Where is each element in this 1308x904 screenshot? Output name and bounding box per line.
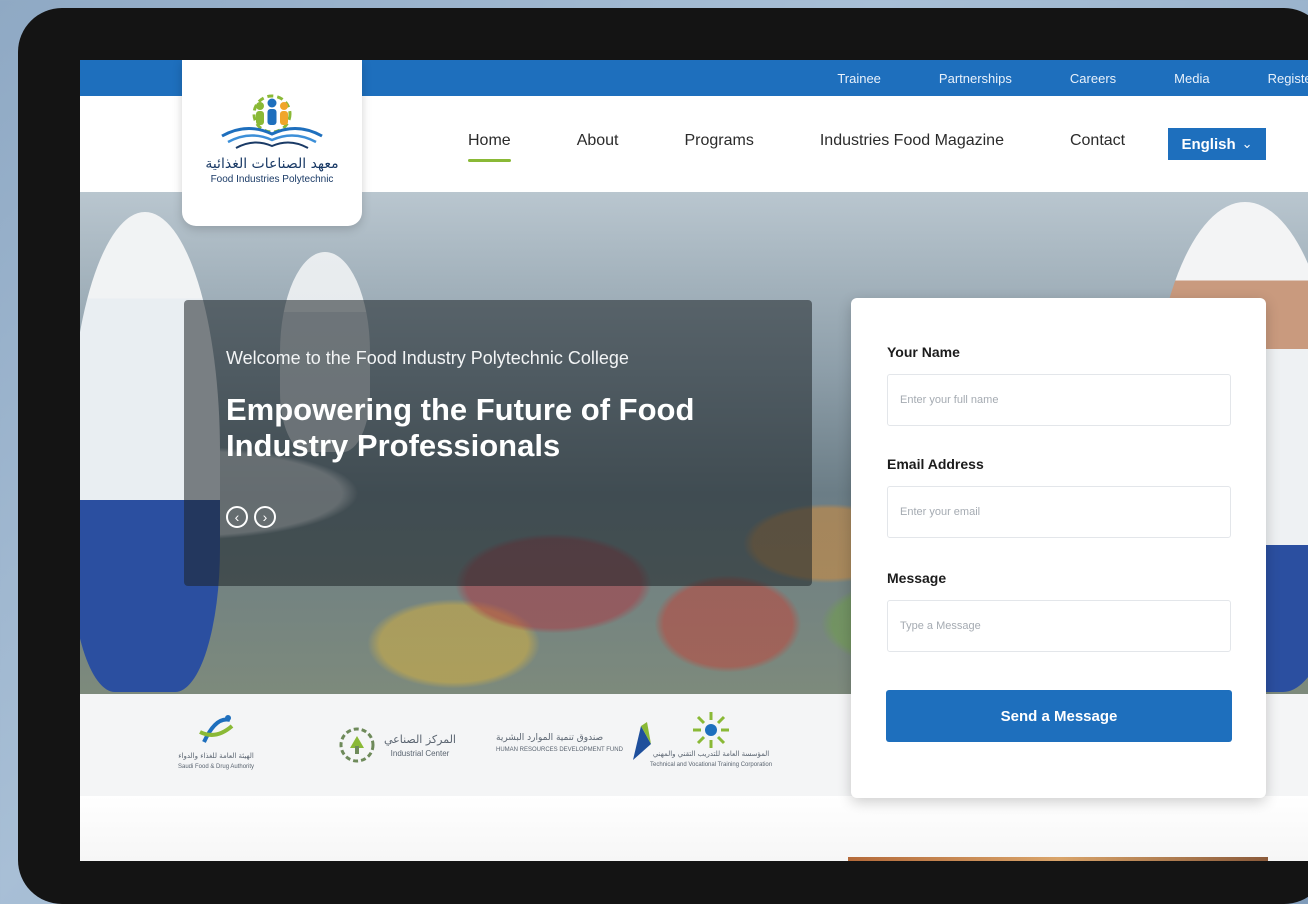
chevron-right-icon[interactable]: › [254,506,276,528]
nav-item-programs[interactable]: Programs [685,132,754,160]
sfda-logo-icon [199,715,234,743]
page-bottom-section [80,796,1308,861]
email-label: Email Address [887,456,984,472]
industrial-center-logo-icon [339,727,375,763]
nav-item-home[interactable]: Home [468,132,511,162]
nav-item-contact[interactable]: Contact [1070,132,1125,160]
partner-industrial-center-english: Industrial Center [390,749,450,758]
partner-sfda-arabic: الهيئة العامة للغذاء والدواء [178,752,254,760]
hero-subtitle: Welcome to the Food Industry Polytechnic… [226,348,629,368]
hero-carousel-controls: ‹ › [226,506,276,528]
message-input[interactable] [887,600,1231,652]
topbar-link-media[interactable]: Media [1174,71,1209,86]
site-logo[interactable]: معهد الصناعات الغذائية Food Industries P… [182,60,362,226]
nav-item-industries-food-magazine[interactable]: Industries Food Magazine [820,132,1004,160]
bottom-image-edge [848,857,1268,861]
partner-hrdf-english: HUMAN RESOURCES DEVELOPMENT FUND [496,746,623,753]
message-label: Message [887,570,947,586]
send-message-button[interactable]: Send a Message [886,690,1232,742]
logo-english-name: Food Industries Polytechnic [210,174,334,185]
nav-item-about[interactable]: About [577,132,619,160]
name-input[interactable] [887,374,1231,426]
logo-arabic-name: معهد الصناعات الغذائية [205,156,339,172]
partner-sfda-english: Saudi Food & Drug Authority [178,764,255,770]
topbar-link-register[interactable]: Register [1268,71,1308,86]
hero-caption-panel: Welcome to the Food Industry Polytechnic… [184,300,812,586]
logo-emblem-icon [221,94,323,149]
topbar-link-partnerships[interactable]: Partnerships [939,71,1012,86]
topbar-link-trainee[interactable]: Trainee [837,71,881,86]
device-frame: Trainee Partnerships Careers Media Regis… [18,8,1308,904]
chevron-left-icon[interactable]: ‹ [226,506,248,528]
contact-form: Your Name Email Address Message Send a M… [851,298,1266,798]
partner-logo-sfda[interactable]: الهيئة العامة للغذاء والدواء Saudi Food … [178,712,254,771]
partner-logo-industrial-center[interactable]: المركز الصناعي Industrial Center [336,724,456,766]
partner-tvtc-arabic: المؤسسة العامة للتدريب التقني والمهني [652,750,770,758]
partner-tvtc-english: Technical and Vocational Training Corpor… [650,762,773,768]
language-selector[interactable]: English ⌄ [1168,128,1266,160]
topbar-link-careers[interactable]: Careers [1070,71,1116,86]
email-input[interactable] [887,486,1231,538]
language-label: English [1181,135,1236,153]
tvtc-logo-icon [693,712,730,748]
name-label: Your Name [887,344,960,360]
hero-title: Empowering the Future of Food Industry P… [226,392,695,463]
partner-industrial-center-arabic: المركز الصناعي [384,733,456,746]
partner-logo-tvtc[interactable]: المؤسسة العامة للتدريب التقني والمهني Te… [650,710,772,769]
partner-hrdf-arabic: صندوق تنمية الموارد البشرية [496,732,604,743]
partner-logo-hrdf[interactable]: صندوق تنمية الموارد البشرية HUMAN RESOUR… [496,720,655,766]
browser-screen: Trainee Partnerships Careers Media Regis… [80,60,1308,861]
nav-menu: Home About Programs Industries Food Maga… [468,132,1191,162]
chevron-down-icon: ⌄ [1241,136,1253,151]
